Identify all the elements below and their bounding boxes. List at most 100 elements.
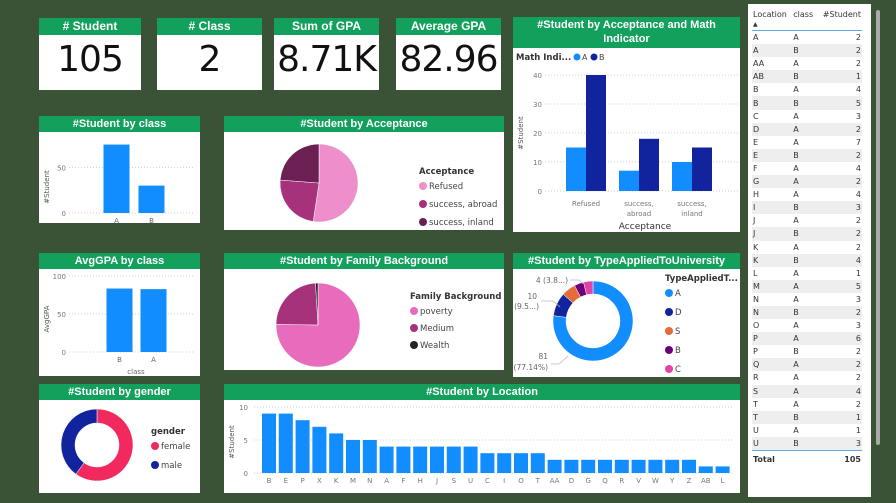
- cell-class: B: [792, 201, 817, 215]
- cell-location: AA: [753, 59, 765, 69]
- table-row[interactable]: R A 2: [752, 371, 862, 384]
- table-row[interactable]: QA2: [752, 358, 862, 372]
- chart-student-by-location[interactable]: #Student by Location 0 5 10 #Student B E P X K M N…: [224, 384, 740, 493]
- bar: [692, 147, 712, 191]
- bar: [619, 170, 639, 191]
- x-tick-label: M: [350, 477, 356, 485]
- bar: [672, 162, 692, 191]
- chart-student-by-family-background[interactable]: #Student by Family Background Family Bac…: [224, 253, 504, 370]
- chart-student-by-gender[interactable]: #Student by gender gender female male: [39, 384, 200, 493]
- table-row[interactable]: NB2: [752, 305, 862, 320]
- x-axis-label: class: [127, 368, 145, 376]
- cell-student-count: 4: [855, 163, 861, 173]
- x-tick-label: R: [619, 477, 624, 485]
- legend-marker: [665, 365, 673, 373]
- table-row[interactable]: J A 2: [752, 214, 862, 227]
- table-row[interactable]: GA2: [752, 175, 862, 189]
- table-row[interactable]: L A 1: [752, 267, 862, 280]
- y-axis-label: #Student: [43, 170, 51, 204]
- chart-title: #Student by Location: [224, 384, 740, 400]
- table-row[interactable]: F A 4: [752, 162, 862, 175]
- table-row[interactable]: DA2: [752, 122, 862, 136]
- x-tick-label: N: [367, 477, 372, 485]
- table-row[interactable]: PA6: [752, 332, 862, 346]
- bar: [682, 459, 696, 473]
- chart-title: #Student by Family Background: [224, 253, 504, 269]
- kpi-title: Sum of GPA: [274, 18, 379, 35]
- cell-student-count: 2: [855, 216, 861, 226]
- table-row[interactable]: K A 2: [752, 241, 862, 254]
- table-row[interactable]: TB1: [752, 410, 862, 424]
- y-tick-label: 50: [57, 164, 66, 172]
- chart-student-by-acceptance-math[interactable]: #Student by Acceptance and Math Indicato…: [513, 17, 740, 232]
- table-row[interactable]: KB4: [752, 253, 862, 267]
- table-row[interactable]: AA A 2: [752, 57, 862, 70]
- kpi-value: 82.96: [399, 39, 498, 80]
- cell-student-count: 2: [816, 122, 862, 136]
- chart-student-by-class[interactable]: #Student by class 0 50 #Student A B: [39, 116, 200, 225]
- legend-marker: [410, 324, 418, 332]
- x-tick-label: Q: [602, 477, 608, 485]
- table-row[interactable]: P B 2: [752, 345, 862, 358]
- bar: [631, 459, 646, 473]
- cell-student-count: 1: [855, 268, 861, 278]
- bar: [566, 147, 586, 191]
- table-row[interactable]: A A 2: [752, 31, 862, 45]
- table-row[interactable]: SA4: [752, 384, 862, 398]
- cell-location: K: [752, 253, 793, 267]
- table-row[interactable]: BB5: [752, 96, 862, 110]
- table-row[interactable]: AB B 1: [752, 70, 862, 84]
- table-row[interactable]: U A 1: [752, 424, 862, 437]
- column-header-student[interactable]: #Student: [816, 8, 862, 31]
- bar: [547, 459, 562, 473]
- table-row[interactable]: UB3: [752, 436, 862, 451]
- column-header-class[interactable]: class: [792, 8, 817, 31]
- kpi-value: 8.71K: [277, 39, 377, 80]
- table-row[interactable]: B A 4: [752, 83, 862, 96]
- legend-marker: [665, 327, 673, 335]
- table-row[interactable]: E A 7: [752, 136, 862, 149]
- x-tick-label: L: [721, 477, 725, 485]
- table-row[interactable]: JB2: [752, 227, 862, 241]
- cell-class: A: [793, 33, 799, 43]
- x-tick-label: Y: [669, 477, 675, 485]
- table-row[interactable]: MA5: [752, 279, 862, 293]
- bar: [581, 459, 596, 473]
- table-row[interactable]: T A 2: [752, 398, 862, 411]
- chart-title: #Student by class: [39, 116, 200, 132]
- cell-location: K: [753, 242, 759, 252]
- chart-student-by-acceptance[interactable]: #Student by Acceptance Acceptance Refused…: [224, 116, 504, 230]
- table-row[interactable]: N A 3: [752, 293, 862, 306]
- bar: [639, 138, 659, 191]
- x-tick-label: V: [636, 477, 641, 485]
- chart-avggpa-by-class[interactable]: AvgGPA by class 0 50 100 AvgGPA B Aclass: [39, 253, 200, 376]
- chart-svg: Acceptance Refused success, abroad success,…: [279, 143, 497, 228]
- y-axis-label: #Student: [517, 116, 525, 150]
- table-scrollbar[interactable]: [876, 10, 880, 445]
- cell-student-count: 5: [816, 279, 862, 293]
- column-header-location[interactable]: Location ▲: [752, 8, 793, 31]
- bar: [586, 75, 606, 191]
- cell-class: B: [792, 44, 817, 58]
- cell-student-count: 3: [855, 294, 861, 304]
- chart-student-by-type-applied[interactable]: #Student by TypeAppliedToUniversity 81 (7…: [513, 253, 740, 377]
- table-row[interactable]: O A 3: [752, 319, 862, 332]
- table-row[interactable]: IB3: [752, 201, 862, 215]
- table-row[interactable]: H A 4: [752, 188, 862, 201]
- cell-class: A: [792, 122, 817, 136]
- kpi-card-class: # Class 2: [157, 18, 262, 90]
- bar: [295, 420, 310, 473]
- y-axis-label: #Student: [228, 425, 236, 459]
- bar: [329, 433, 344, 473]
- cell-location: S: [752, 384, 793, 398]
- cell-student-count: 1: [816, 70, 862, 84]
- location-class-table[interactable]: Location ▲ class #Student A A 2 A B 2 AA A 2 AB B 1 B…: [748, 4, 880, 497]
- cell-student-count: 2: [855, 59, 861, 69]
- table-row[interactable]: EB2: [752, 148, 862, 162]
- bar: [665, 459, 680, 473]
- total-label: Total: [752, 450, 793, 467]
- cell-class: B: [792, 70, 817, 84]
- table-row[interactable]: C A 3: [752, 110, 862, 123]
- legend-marker: [573, 53, 581, 61]
- table-row[interactable]: AB2: [752, 44, 862, 58]
